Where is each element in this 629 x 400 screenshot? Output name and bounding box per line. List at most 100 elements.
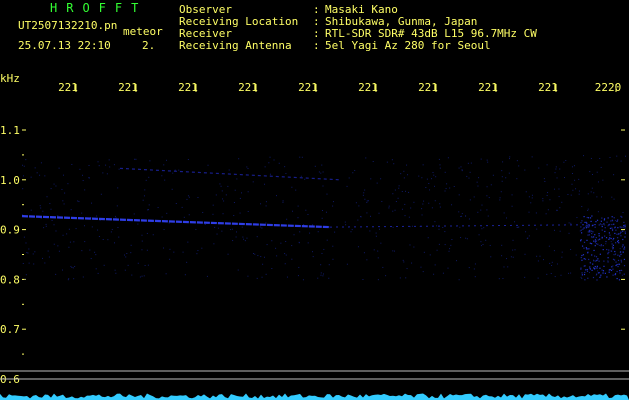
noise-speckle [434, 185, 436, 187]
noise-cluster-speckle [603, 219, 605, 221]
noise-speckle [269, 156, 271, 158]
noise-speckle [561, 251, 563, 253]
noise-cluster-speckle [612, 274, 614, 276]
noise-cluster-speckle [580, 222, 582, 224]
noise-speckle [516, 160, 518, 162]
noise-speckle [548, 245, 550, 247]
noise-speckle [578, 190, 580, 192]
noise-cluster-speckle [581, 259, 583, 261]
noise-speckle [96, 215, 98, 217]
noise-speckle [478, 177, 480, 179]
noise-speckle [28, 262, 30, 264]
noise-speckle [458, 211, 460, 213]
noise-speckle [114, 215, 116, 217]
noise-speckle [318, 171, 320, 173]
noise-speckle [501, 180, 503, 182]
noise-speckle [468, 218, 470, 220]
noise-cluster-speckle [622, 251, 624, 253]
noise-speckle [366, 200, 368, 202]
noise-speckle [431, 207, 433, 209]
noise-cluster-speckle [623, 273, 625, 275]
noise-speckle [50, 208, 52, 210]
noise-speckle [404, 203, 406, 205]
noise-speckle [442, 226, 444, 228]
noise-speckle [148, 204, 150, 206]
noise-speckle [543, 178, 545, 180]
noise-speckle [486, 195, 488, 197]
noise-cluster-speckle [588, 226, 590, 228]
noise-speckle [365, 157, 367, 159]
noise-speckle [46, 196, 48, 198]
noise-speckle [66, 233, 68, 235]
noise-speckle [284, 166, 286, 168]
noise-cluster-speckle [610, 269, 613, 272]
noise-speckle [265, 273, 267, 275]
noise-speckle [399, 277, 401, 279]
noise-cluster-speckle [619, 226, 621, 228]
noise-speckle [423, 200, 425, 202]
noise-speckle [613, 254, 615, 256]
noise-cluster-speckle [614, 274, 616, 276]
noise-speckle [556, 177, 558, 179]
noise-speckle [237, 269, 239, 271]
noise-speckle [217, 227, 219, 229]
noise-speckle [409, 244, 411, 246]
noise-speckle [444, 190, 446, 192]
noise-cluster-speckle [619, 255, 621, 257]
noise-speckle [278, 162, 280, 164]
noise-speckle [261, 227, 263, 229]
noise-speckle [228, 169, 230, 171]
noise-speckle [558, 196, 560, 198]
noise-cluster-speckle [596, 267, 598, 269]
noise-speckle [186, 198, 188, 200]
noise-speckle [528, 235, 530, 237]
noise-speckle [403, 170, 405, 172]
noise-speckle [259, 226, 261, 228]
noise-cluster-speckle [623, 265, 626, 267]
noise-speckle [230, 229, 232, 231]
noise-speckle [546, 164, 548, 166]
noise-speckle [117, 226, 119, 228]
noise-speckle [578, 178, 580, 180]
noise-speckle [144, 189, 146, 191]
noise-speckle [530, 202, 532, 204]
noise-speckle [32, 253, 34, 255]
noise-speckle [505, 177, 507, 179]
noise-cluster-speckle [584, 271, 586, 274]
noise-speckle [527, 237, 529, 239]
noise-speckle [204, 223, 206, 225]
noise-speckle [404, 215, 406, 217]
noise-speckle [403, 177, 405, 179]
noise-speckle [284, 253, 286, 255]
noise-speckle [195, 228, 197, 230]
noise-speckle [567, 193, 569, 195]
noise-speckle [23, 236, 25, 238]
noise-speckle [67, 279, 69, 281]
noise-speckle [285, 240, 287, 242]
noise-speckle [98, 236, 100, 238]
noise-speckle [40, 217, 42, 219]
noise-speckle [429, 189, 431, 191]
noise-speckle [357, 219, 359, 221]
noise-cluster-speckle [599, 238, 601, 240]
noise-speckle [444, 231, 446, 233]
noise-speckle [421, 208, 423, 210]
noise-speckle [400, 173, 402, 175]
noise-speckle [233, 202, 235, 204]
noise-speckle [485, 239, 487, 241]
noise-cluster-speckle [623, 221, 625, 224]
noise-cluster-speckle [580, 226, 582, 228]
noise-cluster-speckle [610, 220, 612, 222]
noise-speckle [445, 188, 447, 190]
noise-speckle [411, 262, 413, 264]
noise-cluster-speckle [611, 219, 614, 221]
noise-speckle [303, 224, 305, 226]
noise-speckle [264, 166, 266, 168]
noise-speckle [509, 158, 511, 160]
noise-cluster-speckle [620, 253, 622, 255]
noise-cluster-speckle [588, 258, 590, 261]
datetime-row: 25.07.13 22:10 2. [18, 39, 155, 52]
noise-speckle [265, 201, 267, 203]
noise-speckle [145, 179, 147, 181]
noise-speckle [284, 263, 286, 265]
